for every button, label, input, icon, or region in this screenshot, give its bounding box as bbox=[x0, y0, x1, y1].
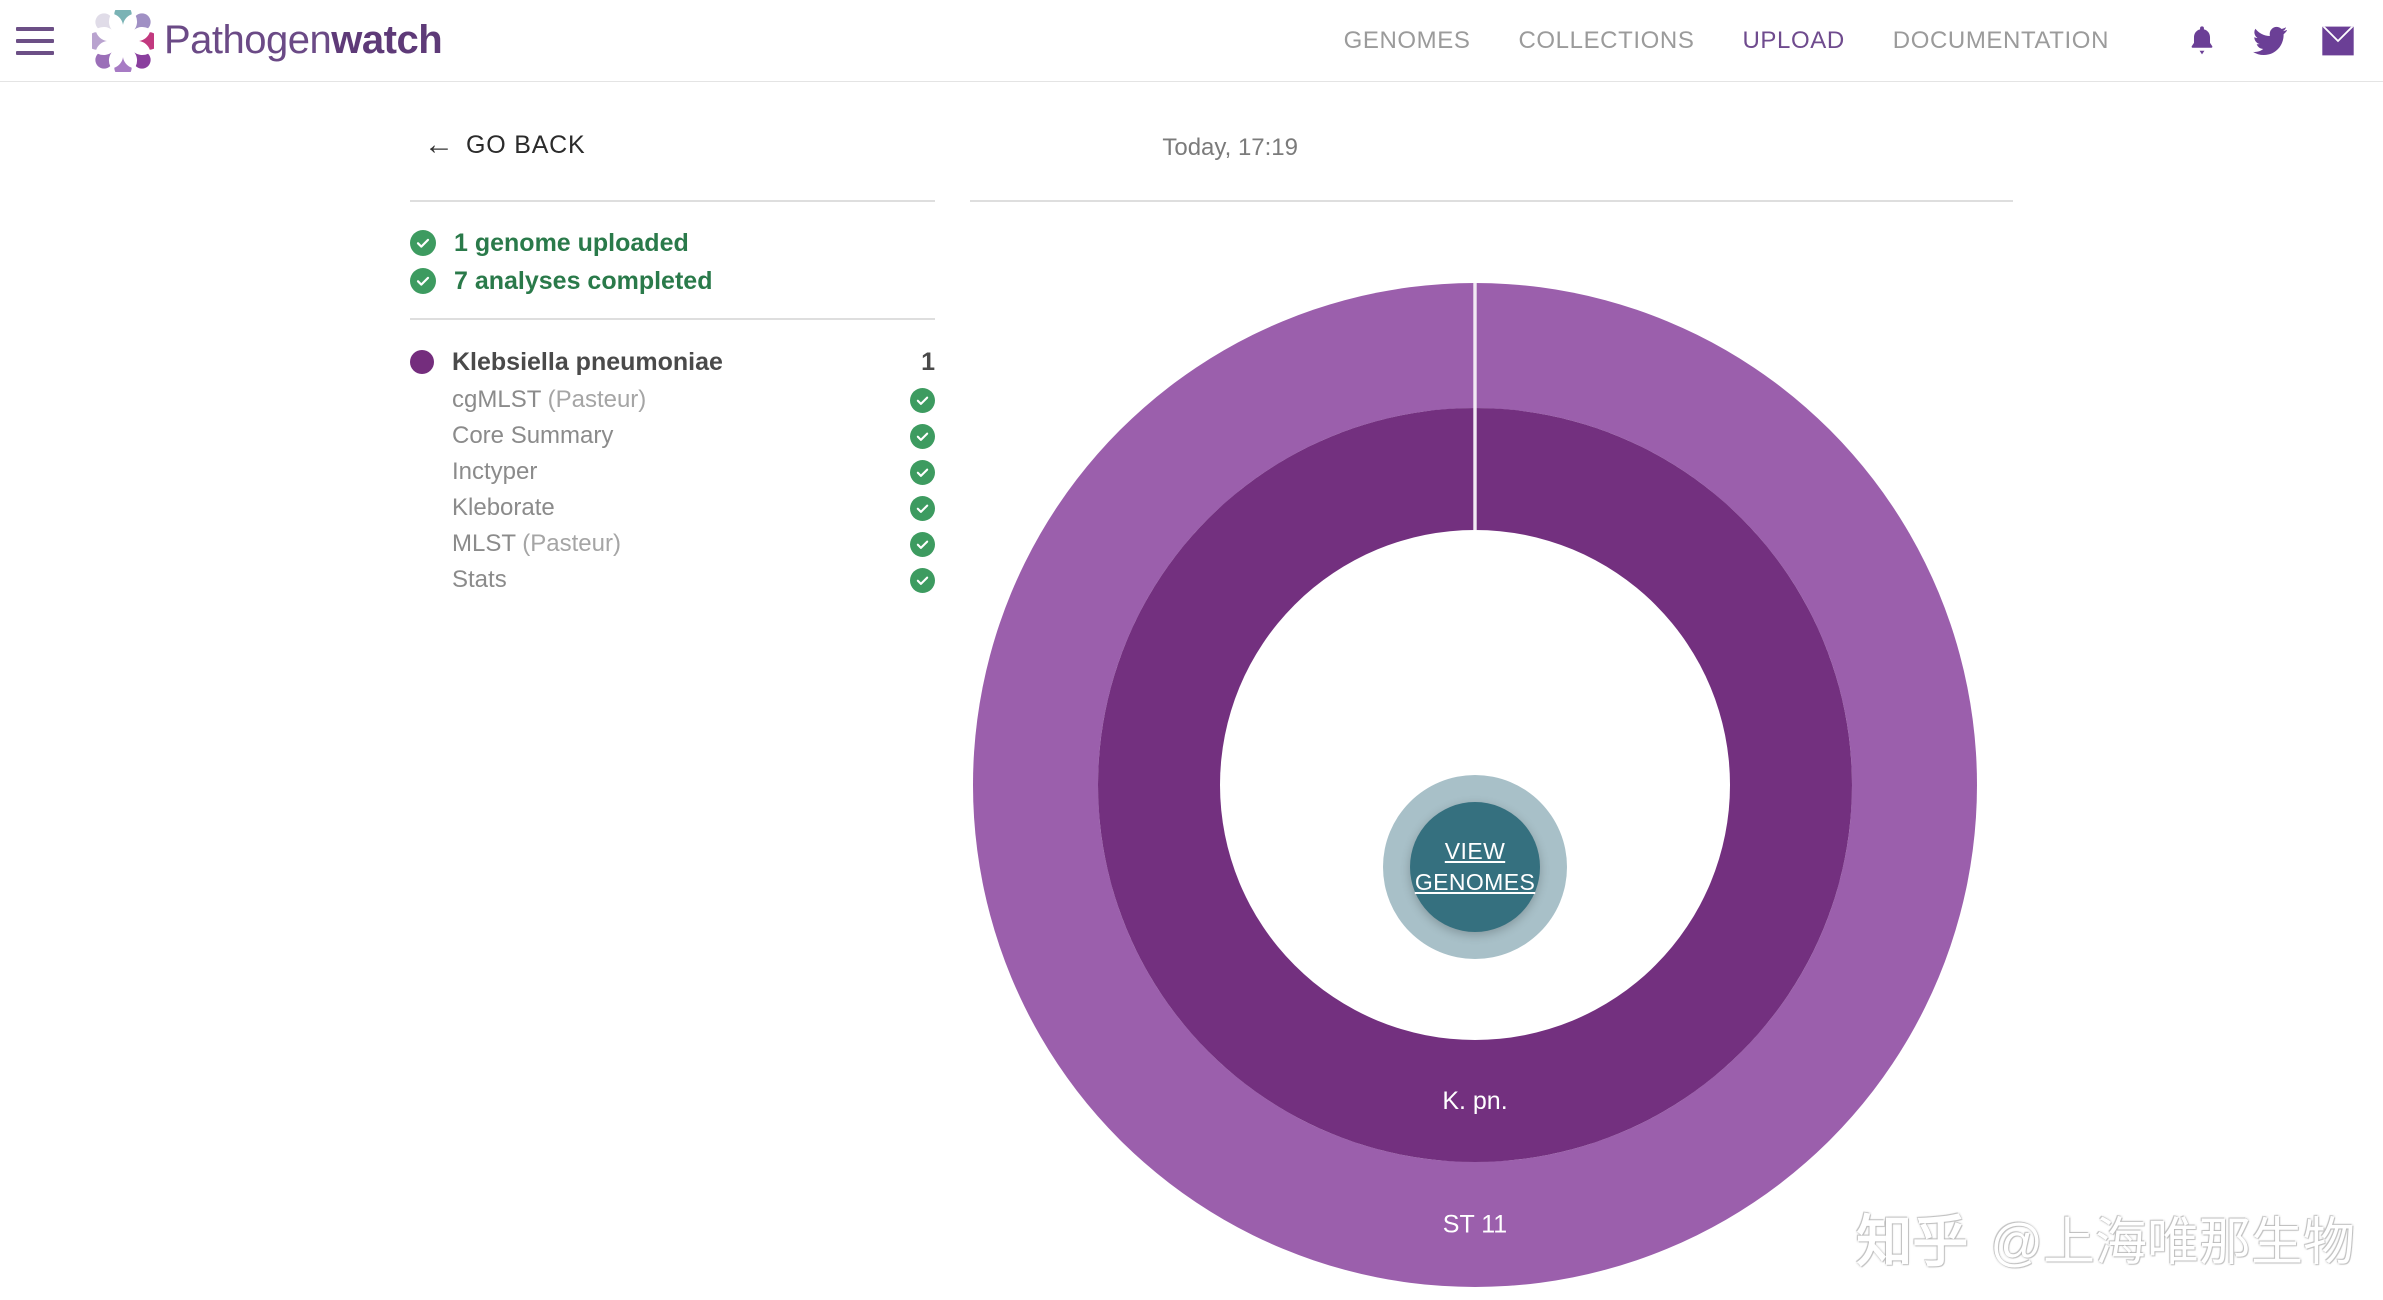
check-circle-icon bbox=[910, 423, 935, 449]
mail-envelope-icon[interactable] bbox=[2315, 18, 2361, 64]
chart-panel-header bbox=[970, 200, 2013, 202]
analysis-row: Stats bbox=[410, 562, 935, 598]
check-circle-icon bbox=[910, 495, 935, 521]
brand-wordmark: Pathogenwatch bbox=[164, 18, 443, 63]
hamburger-bar bbox=[16, 38, 54, 43]
check-circle-icon bbox=[910, 567, 935, 593]
hamburger-bar bbox=[16, 26, 54, 31]
envelope-glyph bbox=[2322, 26, 2354, 55]
analysis-name: MLST (Pasteur) bbox=[452, 530, 621, 557]
species-genome-count: 1 bbox=[921, 347, 935, 376]
notification-bell-icon[interactable] bbox=[2179, 18, 2225, 64]
main-content: ← GO BACK Today, 17:19 1 genome uploaded… bbox=[0, 82, 2383, 1300]
summary-panel: 1 genome uploaded 7 analyses completed K… bbox=[410, 200, 935, 598]
nav-item-collections[interactable]: COLLECTIONS bbox=[1494, 27, 1718, 55]
analysis-name: Inctyper bbox=[452, 458, 538, 485]
status-label: 1 genome uploaded bbox=[454, 228, 689, 257]
analysis-row: Inctyper bbox=[410, 454, 935, 490]
go-back-label: GO BACK bbox=[466, 130, 586, 159]
brand-text-first: Pathogen bbox=[164, 18, 332, 62]
nav-item-documentation[interactable]: DOCUMENTATION bbox=[1869, 27, 2133, 55]
upload-timestamp: Today, 17:19 bbox=[1162, 134, 1298, 161]
check-circle-icon bbox=[910, 531, 935, 557]
brand-logo-link[interactable]: Pathogenwatch bbox=[92, 9, 443, 72]
analysis-row: cgMLST (Pasteur) bbox=[410, 382, 935, 418]
analysis-row: Core Summary bbox=[410, 418, 935, 454]
species-block: Klebsiella pneumoniae 1 cgMLST (Pasteur)… bbox=[410, 320, 935, 598]
check-circle-icon bbox=[910, 387, 935, 413]
status-list: 1 genome uploaded 7 analyses completed bbox=[410, 202, 935, 318]
pathogenwatch-logo-icon bbox=[92, 9, 154, 72]
analysis-status-icon-wrap bbox=[910, 495, 935, 521]
analysis-name: Core Summary bbox=[452, 422, 614, 449]
analysis-name: Kleborate bbox=[452, 494, 555, 521]
analysis-status-icon-wrap bbox=[910, 459, 935, 485]
main-navigation: GENOMES COLLECTIONS UPLOAD DOCUMENTATION bbox=[1320, 18, 2361, 64]
app-header: Pathogenwatch GENOMES COLLECTIONS UPLOAD… bbox=[0, 0, 2383, 82]
analysis-status-icon-wrap bbox=[910, 387, 935, 413]
analysis-status-icon-wrap bbox=[910, 423, 935, 449]
nav-item-upload[interactable]: UPLOAD bbox=[1718, 27, 1868, 55]
chart-divider bbox=[970, 200, 2013, 202]
species-color-dot-icon bbox=[410, 350, 434, 374]
watermark-handle: @上海唯那生物 bbox=[1990, 1214, 2355, 1272]
back-arrow-icon: ← bbox=[424, 128, 454, 161]
analysis-status-icon-wrap bbox=[910, 531, 935, 557]
hamburger-bar bbox=[16, 50, 54, 55]
go-back-button[interactable]: ← GO BACK bbox=[424, 130, 586, 160]
nav-item-genomes[interactable]: GENOMES bbox=[1320, 27, 1495, 55]
species-header-row[interactable]: Klebsiella pneumoniae 1 bbox=[410, 342, 935, 382]
analysis-status-icon-wrap bbox=[910, 567, 935, 593]
watermark-logo: 知乎 bbox=[1856, 1210, 1969, 1273]
check-circle-icon bbox=[910, 459, 935, 485]
analysis-row: MLST (Pasteur) bbox=[410, 526, 935, 562]
check-circle-icon bbox=[410, 230, 436, 256]
analysis-name: cgMLST (Pasteur) bbox=[452, 386, 647, 413]
species-name: Klebsiella pneumoniae bbox=[452, 347, 723, 376]
hamburger-menu-icon[interactable] bbox=[16, 26, 54, 55]
zhihu-watermark: 知乎 @上海唯那生物 bbox=[1856, 1197, 2355, 1278]
status-item-analyses-completed: 7 analyses completed bbox=[410, 262, 935, 300]
twitter-bird-glyph bbox=[2253, 26, 2287, 55]
header-icon-group bbox=[2157, 18, 2361, 64]
analysis-row: Kleborate bbox=[410, 490, 935, 526]
analysis-name: Stats bbox=[452, 566, 507, 593]
twitter-icon[interactable] bbox=[2247, 18, 2293, 64]
brand-text-second: watch bbox=[331, 18, 443, 62]
status-item-genomes-uploaded: 1 genome uploaded bbox=[410, 224, 935, 262]
check-circle-icon bbox=[410, 268, 436, 294]
status-label: 7 analyses completed bbox=[454, 266, 713, 295]
bell-glyph bbox=[2191, 25, 2213, 54]
